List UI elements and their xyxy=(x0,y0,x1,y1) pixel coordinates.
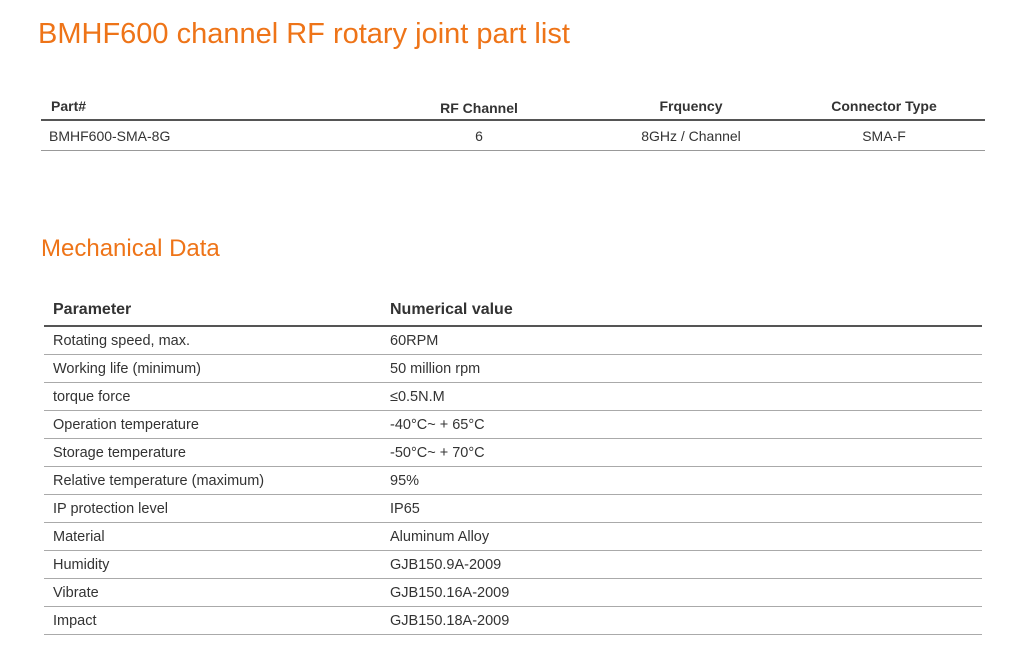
table-header-row: Parameter Numerical value xyxy=(44,294,982,327)
cell-parameter: torque force xyxy=(53,388,131,405)
cell-parameter: Operation temperature xyxy=(53,416,199,433)
cell-connector-type: SMA-F xyxy=(862,127,906,144)
table-row: Relative temperature (maximum) 95% xyxy=(44,467,982,495)
table-row: Impact GJB150.18A-2009 xyxy=(44,607,982,635)
header-frequency: Frquency xyxy=(659,97,723,114)
cell-value: IP65 xyxy=(390,500,420,517)
table-row: Working life (minimum) 50 million rpm xyxy=(44,355,982,383)
table-row: Vibrate GJB150.16A-2009 xyxy=(44,579,982,607)
cell-value: 60RPM xyxy=(390,332,439,349)
table-header-row: Part# RF Channel Frquency Connector Type xyxy=(41,92,985,121)
cell-value: GJB150.18A-2009 xyxy=(390,612,510,629)
section-title: Mechanical Data xyxy=(41,235,220,262)
cell-parameter: Working life (minimum) xyxy=(53,360,201,377)
table-row: Operation temperature -40°C~ + 65°C xyxy=(44,411,982,439)
mechanical-data-table: Parameter Numerical value Rotating speed… xyxy=(44,294,982,635)
cell-parameter: Humidity xyxy=(53,556,110,573)
header-connector-type: Connector Type xyxy=(831,97,937,114)
table-row: torque force ≤0.5N.M xyxy=(44,383,982,411)
header-rf-channel: RF Channel xyxy=(440,99,518,116)
cell-value: ≤0.5N.M xyxy=(390,388,445,405)
table-row: Material Aluminum Alloy xyxy=(44,523,982,551)
table-row: BMHF600-SMA-8G 6 8GHz / Channel SMA-F xyxy=(41,121,985,151)
table-row: Rotating speed, max. 60RPM xyxy=(44,327,982,355)
cell-rf-channel: 6 xyxy=(475,127,483,144)
cell-value: GJB150.16A-2009 xyxy=(390,584,510,601)
cell-parameter: IP protection level xyxy=(53,500,168,517)
cell-parameter: Vibrate xyxy=(53,584,99,601)
cell-value: Aluminum Alloy xyxy=(390,528,490,545)
cell-parameter: Rotating speed, max. xyxy=(53,332,191,349)
cell-value: 50 million rpm xyxy=(390,360,481,377)
part-list-table: Part# RF Channel Frquency Connector Type… xyxy=(41,92,985,151)
cell-frequency: 8GHz / Channel xyxy=(641,127,741,144)
cell-value: -50°C~ + 70°C xyxy=(390,444,485,461)
cell-value: 95% xyxy=(390,472,420,489)
table-row: Storage temperature -50°C~ + 70°C xyxy=(44,439,982,467)
cell-parameter: Relative temperature (maximum) xyxy=(53,472,265,489)
header-parameter: Parameter xyxy=(53,300,132,318)
cell-parameter: Storage temperature xyxy=(53,444,186,461)
table-row: IP protection level IP65 xyxy=(44,495,982,523)
cell-parameter: Impact xyxy=(53,612,97,629)
cell-value: -40°C~ + 65°C xyxy=(390,416,485,433)
header-part: Part# xyxy=(51,97,87,114)
cell-part: BMHF600-SMA-8G xyxy=(49,127,171,144)
page-title: BMHF600 channel RF rotary joint part lis… xyxy=(38,18,570,50)
cell-value: GJB150.9A-2009 xyxy=(390,556,502,573)
table-row: Humidity GJB150.9A-2009 xyxy=(44,551,982,579)
cell-parameter: Material xyxy=(53,528,105,545)
header-numerical-value: Numerical value xyxy=(390,300,513,318)
